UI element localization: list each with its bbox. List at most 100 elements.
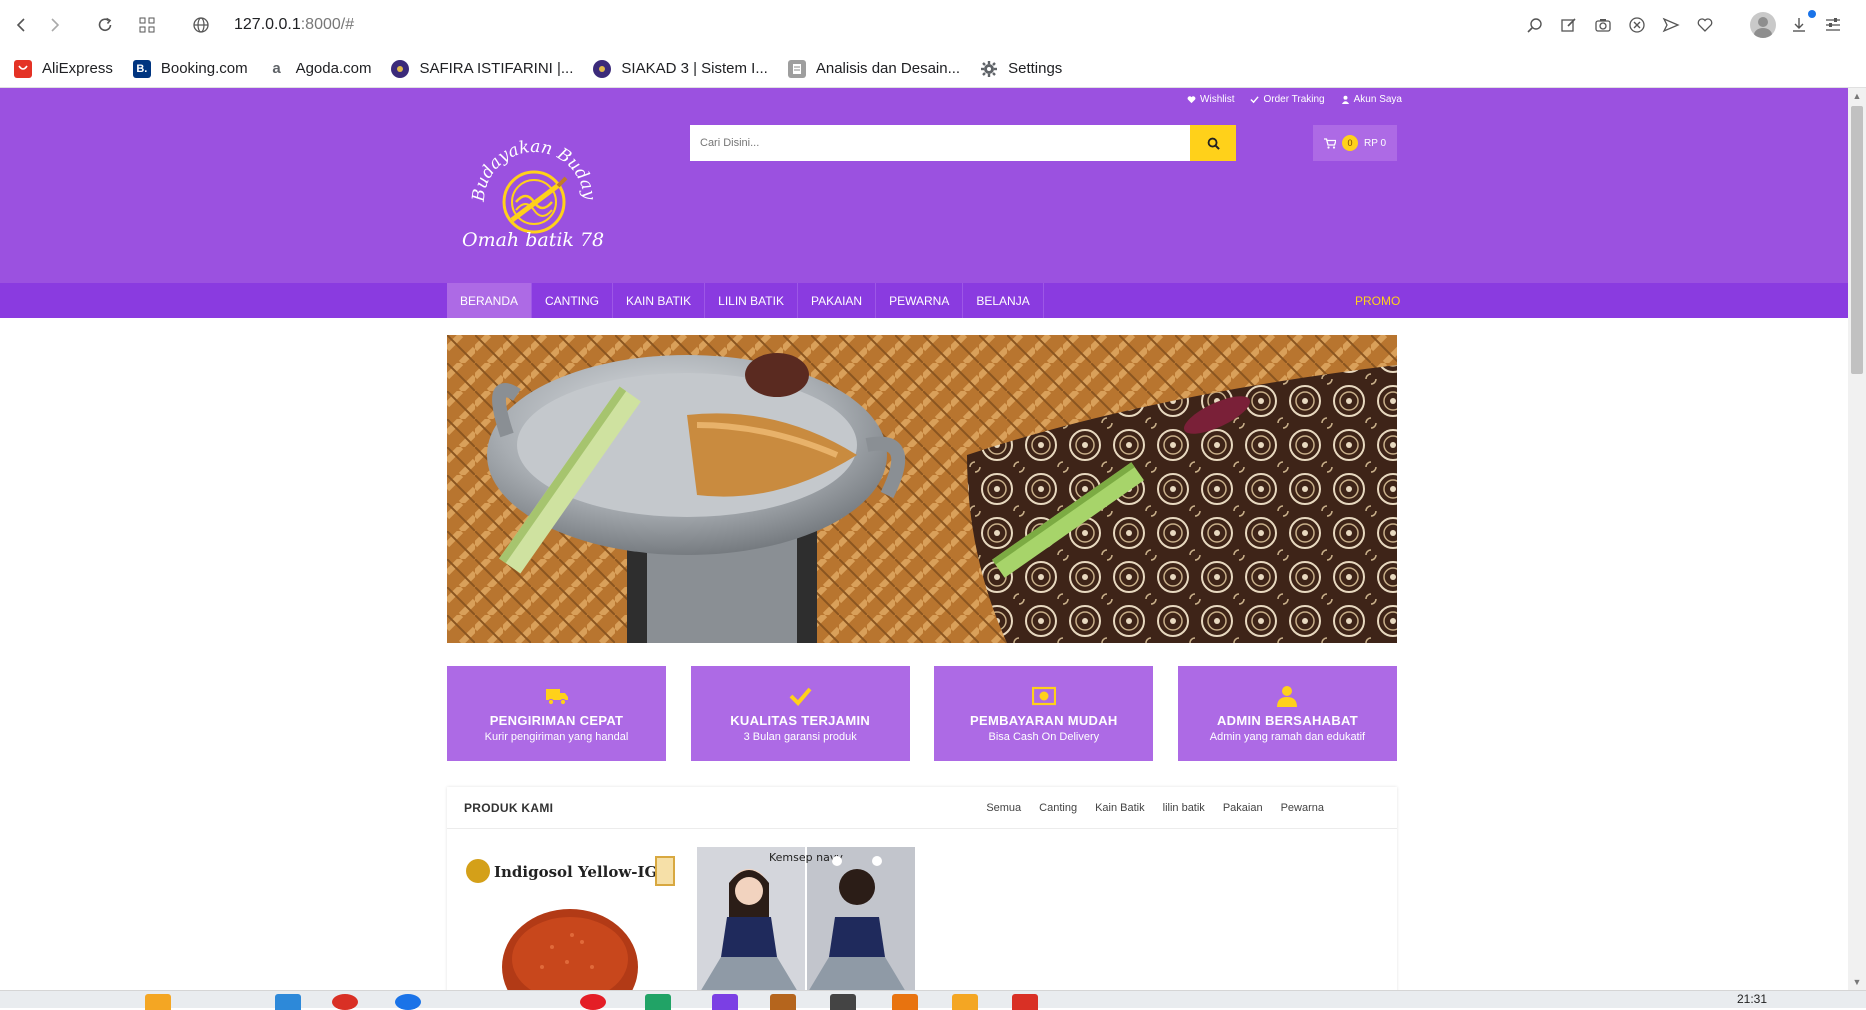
download-badge	[1808, 10, 1816, 18]
svg-text:Budayakan Budaya: Budayakan Budaya	[454, 132, 599, 204]
tab-pewarna[interactable]: Pewarna	[1281, 802, 1324, 814]
tab-pakaian[interactable]: Pakaian	[1223, 802, 1263, 814]
bookmark-siakad[interactable]: SIAKAD 3 | Sistem I...	[593, 59, 768, 78]
university-seal-icon	[593, 59, 612, 78]
bookmark-booking[interactable]: B. Booking.com	[132, 59, 248, 78]
account-link[interactable]: Akun Saya	[1341, 94, 1402, 105]
tab-canting[interactable]: Canting	[1039, 802, 1077, 814]
cart-total: RP 0	[1363, 137, 1387, 149]
send-icon[interactable]	[1660, 14, 1682, 36]
menu-item-kain-batik[interactable]: KAIN BATIK	[613, 283, 706, 318]
scroll-up-icon[interactable]: ▲	[1848, 88, 1866, 104]
download-icon[interactable]	[1788, 14, 1810, 36]
os-taskbar: 21:31	[0, 990, 1866, 1010]
edit-icon[interactable]	[1558, 14, 1580, 36]
check-icon	[789, 687, 812, 706]
feature-subtitle: Kurir pengiriman yang handal	[484, 730, 629, 743]
bookmark-aliexpress[interactable]: AliExpress	[14, 59, 113, 78]
document-icon	[787, 59, 806, 78]
bookmark-label: Settings	[1008, 60, 1063, 77]
address-bar[interactable]: 127.0.0.1:8000/#	[234, 10, 534, 40]
product-label: Indigosol Yellow-IGK	[494, 863, 671, 881]
order-tracking-link[interactable]: Order Traking	[1250, 94, 1325, 105]
aliexpress-icon	[14, 59, 32, 78]
cart-count-badge: 0	[1341, 135, 1358, 151]
menu-item-beranda[interactable]: BERANDA	[447, 283, 533, 318]
bookmark-label: Analisis dan Desain...	[815, 60, 961, 77]
bookmark-label: SIAKAD 3 | Sistem I...	[621, 60, 768, 77]
globe-icon	[188, 12, 214, 38]
account-label: Akun Saya	[1353, 94, 1402, 105]
menu-item-pewarna[interactable]: PEWARNA	[876, 283, 964, 318]
products-filter-tabs: Semua Canting Kain Batik lilin batik Pak…	[986, 802, 1380, 814]
wishlist-link[interactable]: Wishlist	[1187, 94, 1234, 105]
feature-boxes: PENGIRIMAN CEPAT Kurir pengiriman yang h…	[447, 666, 1397, 761]
tab-kain-batik[interactable]: Kain Batik	[1095, 802, 1145, 814]
bookmarks-bar: AliExpress B. Booking.com a Agoda.com SA…	[0, 50, 1866, 88]
product-card[interactable]: Indigosol Yellow-IGK	[462, 847, 680, 990]
truck-icon	[545, 688, 568, 705]
page-scrollbar[interactable]: ▲ ▼	[1848, 88, 1866, 990]
feature-subtitle: Admin yang ramah dan edukatif	[1209, 730, 1366, 743]
scroll-down-icon[interactable]: ▼	[1848, 974, 1866, 990]
feature-subtitle: 3 Bulan garansi produk	[743, 730, 857, 743]
product-image: Indigosol Yellow-IGK	[462, 847, 680, 990]
site-logo[interactable]: Budayakan Budaya Omah batik 78	[449, 117, 612, 252]
scroll-thumb[interactable]	[1851, 106, 1863, 374]
search-button[interactable]	[1190, 125, 1236, 161]
main-menu: BERANDA CANTING KAIN BATIK LILIN BATIK P…	[0, 283, 1848, 318]
products-title: PRODUK KAMI	[464, 800, 554, 815]
product-card[interactable]: Kemsep navy	[697, 847, 915, 990]
url-host: 127.0.0.1	[234, 16, 301, 33]
taskbar-clock[interactable]: 21:31	[1737, 992, 1767, 1006]
header-links: Wishlist Order Traking Akun Saya	[1187, 94, 1402, 105]
browser-toolbar: 127.0.0.1:8000/#	[0, 0, 1866, 50]
close-circle-icon[interactable]	[1626, 14, 1648, 36]
feature-admin: ADMIN BERSAHABAT Admin yang ramah dan ed…	[1177, 666, 1397, 761]
menu-item-pakaian[interactable]: PAKAIAN	[798, 283, 877, 318]
tab-semua[interactable]: Semua	[986, 802, 1021, 814]
bookmark-analisis[interactable]: Analisis dan Desain...	[787, 59, 961, 78]
bookmark-safira[interactable]: SAFIRA ISTIFARINI |...	[391, 59, 574, 78]
page-viewport: Wishlist Order Traking Akun Saya Budayak…	[0, 88, 1848, 990]
gear-icon	[980, 60, 998, 78]
reload-icon[interactable]	[92, 12, 118, 38]
forward-icon[interactable]	[42, 12, 68, 38]
products-section: PRODUK KAMI Semua Canting Kain Batik lil…	[447, 787, 1397, 990]
camera-icon[interactable]	[1592, 14, 1614, 36]
feature-shipping: PENGIRIMAN CEPAT Kurir pengiriman yang h…	[447, 666, 666, 761]
feature-subtitle: Bisa Cash On Delivery	[988, 730, 1100, 743]
cart-icon	[1323, 137, 1336, 149]
menu-items: BERANDA CANTING KAIN BATIK LILIN BATIK P…	[447, 283, 1044, 318]
bookmark-label: Agoda.com	[295, 60, 372, 77]
money-icon	[1031, 686, 1056, 705]
agoda-icon: a	[272, 60, 281, 77]
tabs-grid-icon[interactable]	[134, 12, 160, 38]
search-bar	[690, 125, 1236, 161]
browser-actions	[1524, 12, 1844, 38]
zoom-search-icon[interactable]	[1524, 14, 1546, 36]
site-header: Wishlist Order Traking Akun Saya Budayak…	[0, 88, 1848, 283]
bookmark-label: AliExpress	[42, 60, 113, 77]
feature-title: ADMIN BERSAHABAT	[1216, 712, 1358, 728]
logo-name: Omah batik 78	[462, 229, 604, 251]
menu-item-canting[interactable]: CANTING	[532, 283, 614, 318]
cart-button[interactable]: 0 RP 0	[1313, 125, 1397, 161]
menu-item-promo[interactable]: PROMO	[1355, 283, 1400, 318]
back-icon[interactable]	[8, 12, 34, 38]
booking-icon: B.	[132, 59, 151, 78]
user-icon	[1341, 95, 1349, 104]
profile-avatar[interactable]	[1750, 12, 1776, 38]
bookmark-label: SAFIRA ISTIFARINI |...	[419, 60, 574, 77]
feature-title: KUALITAS TERJAMIN	[730, 712, 871, 728]
menu-item-belanja[interactable]: BELANJA	[963, 283, 1044, 318]
bookmark-agoda[interactable]: a Agoda.com	[268, 60, 372, 78]
tab-lilin-batik[interactable]: lilin batik	[1163, 802, 1205, 814]
menu-item-lilin-batik[interactable]: LILIN BATIK	[705, 283, 798, 318]
heart-icon	[1187, 96, 1196, 104]
search-input[interactable]	[690, 125, 1190, 161]
heart-icon[interactable]	[1694, 14, 1716, 36]
feature-title: PENGIRIMAN CEPAT	[489, 712, 624, 728]
menu-settings-icon[interactable]	[1822, 14, 1844, 36]
bookmark-settings[interactable]: Settings	[980, 60, 1062, 78]
